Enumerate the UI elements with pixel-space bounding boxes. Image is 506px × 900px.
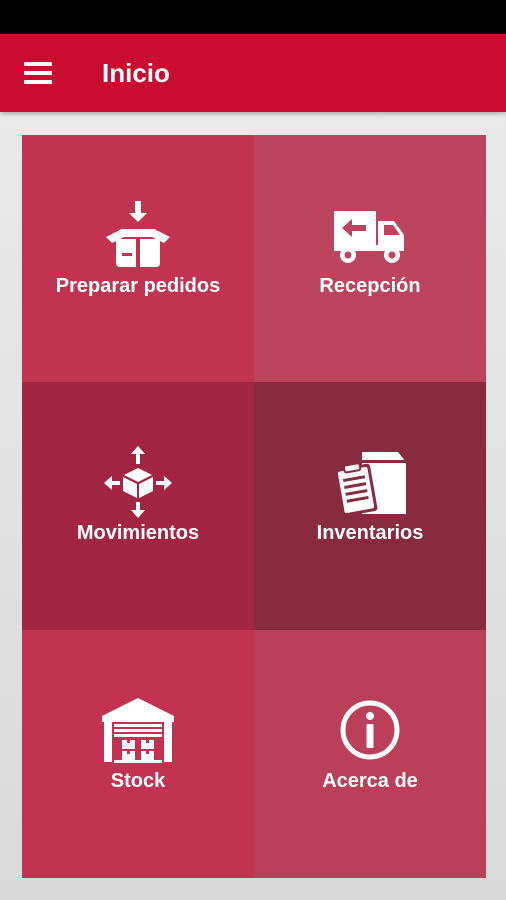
status-bar — [0, 0, 506, 34]
tile-recepcion[interactable]: Recepción — [254, 135, 486, 382]
tile-stock[interactable]: Stock — [22, 630, 254, 878]
app-bar: Inicio — [0, 34, 506, 112]
box-arrow-in-icon — [98, 195, 178, 275]
tile-label: Movimientos — [76, 522, 200, 544]
tile-label: Stock — [110, 770, 166, 792]
cube-move-icon — [98, 442, 178, 522]
tile-label: Inventarios — [316, 522, 424, 544]
menu-icon[interactable] — [24, 58, 56, 88]
tile-inventarios[interactable]: Inventarios — [254, 382, 486, 630]
warehouse-icon — [98, 690, 178, 770]
page-title: Inicio — [102, 58, 170, 88]
tile-label: Acerca de — [322, 770, 418, 792]
tile-acerca-de[interactable]: Acerca de — [254, 630, 486, 878]
info-icon — [330, 690, 410, 770]
delivery-truck-icon — [330, 195, 410, 275]
menu-grid: Preparar pedidos Recepción Movimientos I… — [22, 135, 486, 878]
tile-label: Recepción — [319, 275, 421, 297]
tile-preparar-pedidos[interactable]: Preparar pedidos — [22, 135, 254, 382]
clipboard-box-icon — [330, 442, 410, 522]
tile-label: Preparar pedidos — [55, 275, 221, 297]
tile-movimientos[interactable]: Movimientos — [22, 382, 254, 630]
